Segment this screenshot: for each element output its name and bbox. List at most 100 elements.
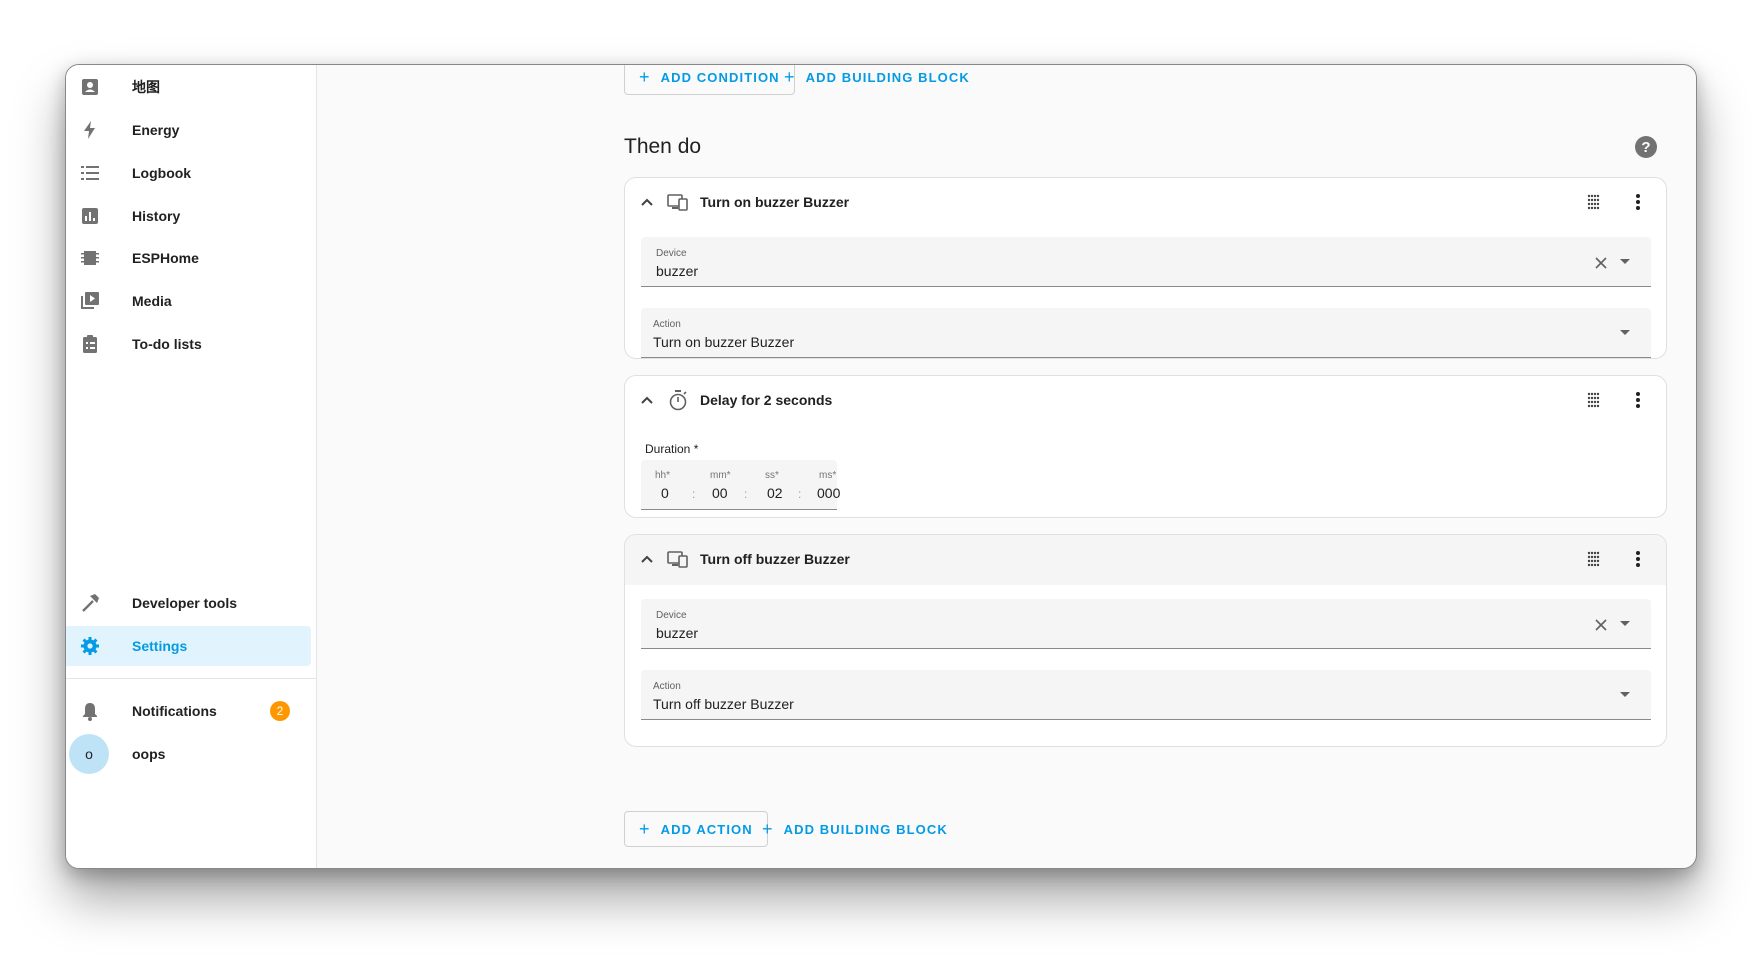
action-field-label: Action	[653, 319, 681, 330]
hours-value: 0	[661, 485, 669, 501]
seconds-value: 02	[767, 485, 783, 501]
action-title: Turn on buzzer Buzzer	[700, 194, 850, 210]
sidebar-item-label: Settings	[132, 638, 188, 654]
milliseconds-value: 000	[817, 485, 841, 501]
action-field-label: Action	[653, 681, 681, 692]
play-box-icon	[78, 289, 102, 313]
seconds-label: ss*	[765, 470, 779, 481]
drag-handle-icon[interactable]	[1583, 191, 1605, 213]
more-vert-icon[interactable]	[1627, 389, 1649, 411]
dropdown-caret-icon[interactable]	[1620, 259, 1630, 264]
duration-input: hh* 0 : mm* 00 : ss* 02 : ms* 000	[641, 460, 840, 510]
sidebar-item-todo[interactable]: To-do lists	[66, 324, 311, 364]
sidebar-item-label: Media	[132, 293, 172, 309]
minutes-label: mm*	[710, 470, 731, 481]
action-field-value: Turn off buzzer Buzzer	[653, 696, 794, 712]
duration-separator: :	[798, 487, 802, 501]
notification-count-badge: 2	[270, 701, 290, 721]
add-building-block-button[interactable]: + ADD BUILDING BLOCK	[784, 65, 970, 95]
add-building-block-label: ADD BUILDING BLOCK	[783, 821, 948, 837]
sidebar-item-history[interactable]: History	[66, 196, 311, 236]
list-icon	[78, 161, 102, 185]
sidebar-item-map[interactable]: 地图	[66, 67, 311, 107]
user-name: oops	[132, 746, 166, 762]
bell-icon	[78, 699, 102, 723]
minutes-field[interactable]: mm* 00	[710, 460, 740, 510]
add-condition-button[interactable]: + ADD CONDITION	[624, 65, 795, 95]
action-card-delay: Delay for 2 seconds Duration * hh* 0 : m…	[624, 375, 1667, 518]
add-building-block-bottom-button[interactable]: + ADD BUILDING BLOCK	[762, 811, 948, 847]
duration-label: Duration *	[645, 442, 699, 456]
plus-icon: +	[784, 67, 796, 87]
device-field-label: Device	[656, 248, 687, 259]
plus-icon: +	[639, 67, 651, 87]
sidebar-item-label: ESPHome	[132, 250, 199, 266]
drag-handle-icon[interactable]	[1583, 389, 1605, 411]
sidebar-item-developer-tools[interactable]: Developer tools	[66, 583, 311, 623]
device-select[interactable]: Device buzzer	[641, 237, 1651, 287]
plus-icon: +	[639, 819, 651, 839]
sidebar-item-label: Notifications	[132, 703, 217, 719]
action-field-value: Turn on buzzer Buzzer	[653, 334, 795, 350]
duration-separator: :	[744, 487, 748, 501]
sidebar-divider	[66, 678, 317, 679]
add-condition-label: ADD CONDITION	[660, 69, 780, 85]
duration-separator: :	[692, 487, 696, 501]
hours-field[interactable]: hh* 0	[655, 460, 685, 510]
app-window: 地图 Energy Logbook History ESPHome Media …	[65, 64, 1697, 869]
hammer-icon	[78, 591, 102, 615]
sidebar-item-label: History	[132, 208, 181, 224]
sidebar-item-label: To-do lists	[132, 336, 202, 352]
device-field-value: buzzer	[656, 263, 699, 279]
add-action-label: ADD ACTION	[660, 821, 753, 837]
sidebar-item-user[interactable]: o oops	[66, 734, 311, 774]
chevron-up-icon[interactable]	[637, 549, 657, 569]
action-card-turn-off: Turn off buzzer Buzzer Device buzzer Act…	[624, 534, 1667, 747]
device-field-label: Device	[656, 610, 687, 621]
chevron-up-icon[interactable]	[637, 192, 657, 212]
gear-icon	[78, 634, 102, 658]
clipboard-icon	[78, 332, 102, 356]
dropdown-caret-icon[interactable]	[1620, 621, 1630, 626]
action-title: Delay for 2 seconds	[700, 392, 833, 408]
clear-icon[interactable]	[1592, 616, 1610, 634]
help-icon[interactable]: ?	[1635, 136, 1657, 158]
more-vert-icon[interactable]	[1627, 548, 1649, 570]
main-content: + ADD CONDITION + ADD BUILDING BLOCK The…	[318, 65, 1696, 868]
action-select[interactable]: Action Turn on buzzer Buzzer	[641, 308, 1651, 358]
sidebar-item-label: Logbook	[132, 165, 192, 181]
section-title: Then do	[624, 135, 702, 158]
device-field-value: buzzer	[656, 625, 699, 641]
drag-handle-icon[interactable]	[1583, 548, 1605, 570]
action-title: Turn off buzzer Buzzer	[700, 551, 850, 567]
dropdown-caret-icon[interactable]	[1620, 330, 1630, 335]
sidebar-item-label: Energy	[132, 122, 180, 138]
device-icon	[666, 547, 690, 571]
avatar: o	[69, 734, 109, 774]
sidebar-item-esphome[interactable]: ESPHome	[66, 238, 311, 278]
dropdown-caret-icon[interactable]	[1620, 692, 1630, 697]
action-card-header[interactable]: Turn off buzzer Buzzer	[625, 535, 1666, 585]
action-card-header[interactable]: Delay for 2 seconds	[625, 376, 1666, 424]
sidebar-item-media[interactable]: Media	[66, 281, 311, 321]
action-card-header[interactable]: Turn on buzzer Buzzer	[625, 178, 1666, 226]
sidebar-item-logbook[interactable]: Logbook	[66, 153, 311, 193]
chart-icon	[78, 204, 102, 228]
chevron-up-icon[interactable]	[637, 390, 657, 410]
clear-icon[interactable]	[1592, 254, 1610, 272]
milliseconds-field[interactable]: ms* 000	[817, 460, 849, 510]
timer-icon	[666, 388, 690, 412]
add-action-button[interactable]: + ADD ACTION	[624, 811, 768, 847]
seconds-field[interactable]: ss* 02	[765, 460, 795, 510]
automation-editor: + ADD CONDITION + ADD BUILDING BLOCK The…	[624, 65, 1667, 868]
sidebar-item-label: Developer tools	[132, 595, 238, 611]
add-building-block-label: ADD BUILDING BLOCK	[805, 69, 970, 85]
hours-label: hh*	[655, 470, 671, 481]
action-select[interactable]: Action Turn off buzzer Buzzer	[641, 670, 1651, 720]
more-vert-icon[interactable]	[1627, 191, 1649, 213]
device-select[interactable]: Device buzzer	[641, 599, 1651, 649]
sidebar-item-notifications[interactable]: Notifications 2	[66, 691, 311, 731]
sidebar-item-energy[interactable]: Energy	[66, 110, 311, 150]
chip-icon	[78, 246, 102, 270]
sidebar-item-settings[interactable]: Settings	[66, 626, 311, 666]
